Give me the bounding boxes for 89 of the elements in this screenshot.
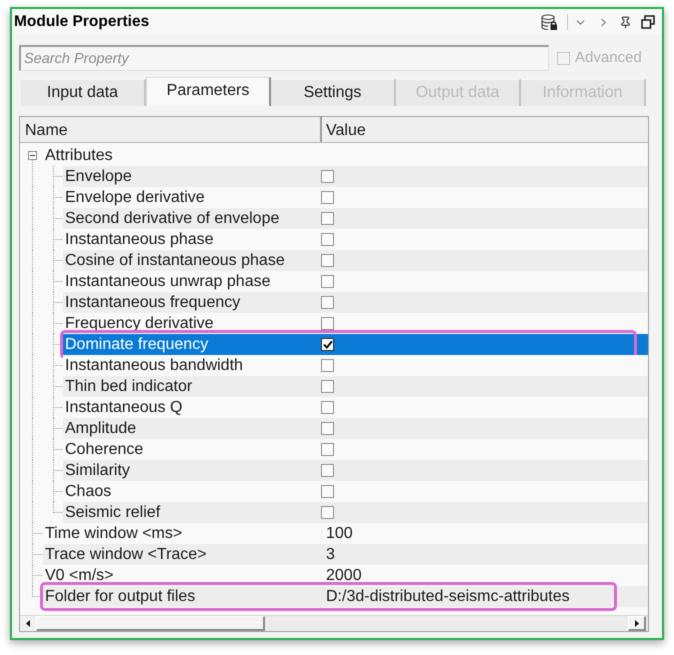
right-triangle-icon (634, 620, 638, 626)
checkbox[interactable] (321, 233, 334, 246)
property-name: Frequency derivative (65, 314, 214, 334)
column-header[interactable]: Name (20, 117, 322, 142)
tree-connector (32, 418, 63, 439)
horizontal-scrollbar[interactable] (20, 615, 648, 631)
property-row[interactable]: Instantaneous frequency (63, 292, 648, 313)
window-title: Module Properties (14, 12, 150, 32)
property-name: Thin bed indicator (65, 377, 192, 397)
property-name: Instantaneous Q (65, 398, 182, 418)
tree-connector (32, 313, 63, 334)
property-row[interactable]: Thin bed indicator (63, 376, 648, 397)
property-row[interactable]: Dominate frequency (63, 334, 648, 355)
property-name: Instantaneous frequency (65, 293, 240, 313)
left-triangle-icon (26, 620, 30, 627)
scroll-right-button[interactable] (628, 616, 646, 631)
property-value: 2000 (326, 566, 362, 586)
checkbox[interactable] (321, 275, 334, 288)
property-row[interactable]: Seismic relief (63, 502, 648, 523)
property-row[interactable]: Folder for output files D:/3d-distributed-seismc-attributes (43, 586, 648, 607)
property-name: Envelope derivative (65, 188, 205, 208)
property-name: Seismic relief (65, 503, 160, 523)
property-row[interactable]: Trace window <Trace> 3 (43, 544, 648, 565)
tab[interactable]: Input data (21, 79, 146, 106)
property-row[interactable]: Amplitude (63, 418, 648, 439)
checkbox[interactable] (321, 464, 334, 477)
property-name: V0 <m/s> (45, 566, 114, 586)
scroll-left-button[interactable] (20, 616, 36, 631)
checkbox[interactable] (321, 254, 334, 267)
property-row[interactable]: Second derivative of envelope (63, 208, 648, 229)
restore-window-icon[interactable] (641, 15, 655, 29)
property-name: Chaos (65, 482, 112, 502)
database-lock-icon[interactable] (541, 14, 558, 30)
checkbox[interactable] (321, 317, 334, 330)
checkmark-icon (322, 340, 332, 349)
advanced-label: Advanced (575, 48, 642, 68)
property-value: D:/3d-distributed-seismc-attributes (326, 587, 570, 607)
property-name: Envelope (65, 167, 132, 187)
tree-connector (32, 334, 63, 355)
tree-connector (32, 271, 63, 292)
tree-connector (32, 187, 63, 208)
property-value: 3 (326, 545, 335, 565)
tree-connector (32, 355, 63, 376)
checkbox[interactable] (321, 212, 334, 225)
tree-connector (32, 481, 63, 502)
tree-connector (32, 439, 63, 460)
column-header[interactable]: Value (322, 117, 648, 142)
checkbox[interactable] (321, 359, 334, 372)
property-name: Similarity (65, 461, 130, 481)
tree-connector (32, 376, 63, 397)
tree-connector (32, 292, 63, 313)
property-name: Instantaneous phase (65, 230, 214, 250)
tab[interactable]: Parameters (146, 77, 271, 106)
property-name: Trace window <Trace> (45, 545, 207, 565)
property-name: Time window <ms> (45, 524, 182, 544)
property-value: 100 (326, 524, 353, 544)
tree-connector (32, 544, 43, 565)
property-name: Coherence (65, 440, 144, 460)
tree-connector (32, 229, 63, 250)
property-name: Cosine of instantaneous phase (65, 251, 285, 271)
property-row[interactable]: Similarity (63, 460, 648, 481)
checkbox[interactable] (321, 380, 334, 393)
property-name: Second derivative of envelope (65, 209, 280, 229)
property-name: Dominate frequency (65, 335, 208, 355)
pin-icon[interactable] (619, 16, 632, 28)
tree-connector (32, 250, 63, 271)
tree-connector (32, 208, 63, 229)
checkbox[interactable] (321, 506, 334, 519)
property-row[interactable]: Envelope (63, 166, 648, 187)
tree-connector (32, 460, 63, 481)
checkbox[interactable] (321, 443, 334, 456)
checkbox[interactable] (321, 422, 334, 435)
checkbox[interactable] (321, 401, 334, 414)
checkbox[interactable] (321, 170, 334, 183)
collapse-icon[interactable] (28, 151, 37, 160)
scrollbar-thumb[interactable] (36, 616, 265, 631)
checkbox[interactable] (321, 296, 334, 309)
property-row[interactable]: Cosine of instantaneous phase (63, 250, 648, 271)
checkbox[interactable] (321, 191, 334, 204)
tree-connector (32, 397, 63, 418)
tab[interactable]: Settings (271, 79, 396, 106)
property-name: Instantaneous bandwidth (65, 356, 243, 376)
checkbox[interactable] (321, 338, 334, 351)
property-name: Instantaneous unwrap phase (65, 272, 270, 292)
search-field[interactable]: Search Property (19, 45, 549, 71)
property-name: Amplitude (65, 419, 136, 439)
property-name: Folder for output files (45, 587, 196, 607)
checkbox[interactable] (321, 485, 334, 498)
property-name: Attributes (45, 146, 113, 166)
